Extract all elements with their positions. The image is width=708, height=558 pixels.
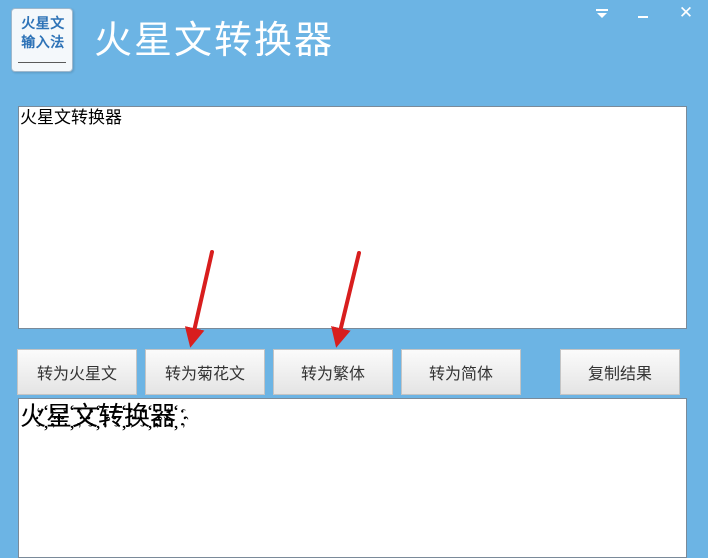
dropdown-icon [596, 8, 608, 18]
input-textarea[interactable]: 火星文转换器 [18, 106, 687, 329]
copy-result-button[interactable]: 复制结果 [560, 349, 680, 395]
to-chrysanthemum-button[interactable]: 转为菊花文 [145, 349, 265, 395]
menu-button[interactable] [591, 2, 613, 24]
app-title: 火星文转换器 [94, 18, 335, 62]
app-logo: 火星文 输入法 [11, 8, 73, 72]
input-text: 火星文转换器 [20, 108, 122, 128]
minimize-icon [638, 16, 648, 18]
logo-underline [18, 62, 66, 63]
output-text: 火҉星҉文҉转҉换҉器҉ [20, 402, 177, 432]
to-martian-button[interactable]: 转为火星文 [17, 349, 137, 395]
minimize-button[interactable] [632, 2, 654, 24]
output-textarea[interactable]: 火҉星҉文҉转҉换҉器҉ [18, 398, 687, 558]
to-simplified-button[interactable]: 转为简体 [401, 349, 521, 395]
logo-text: 火星文 输入法 [21, 16, 65, 51]
close-button[interactable]: ✕ [675, 2, 697, 24]
close-icon: ✕ [678, 2, 694, 23]
to-traditional-button[interactable]: 转为繁体 [273, 349, 393, 395]
